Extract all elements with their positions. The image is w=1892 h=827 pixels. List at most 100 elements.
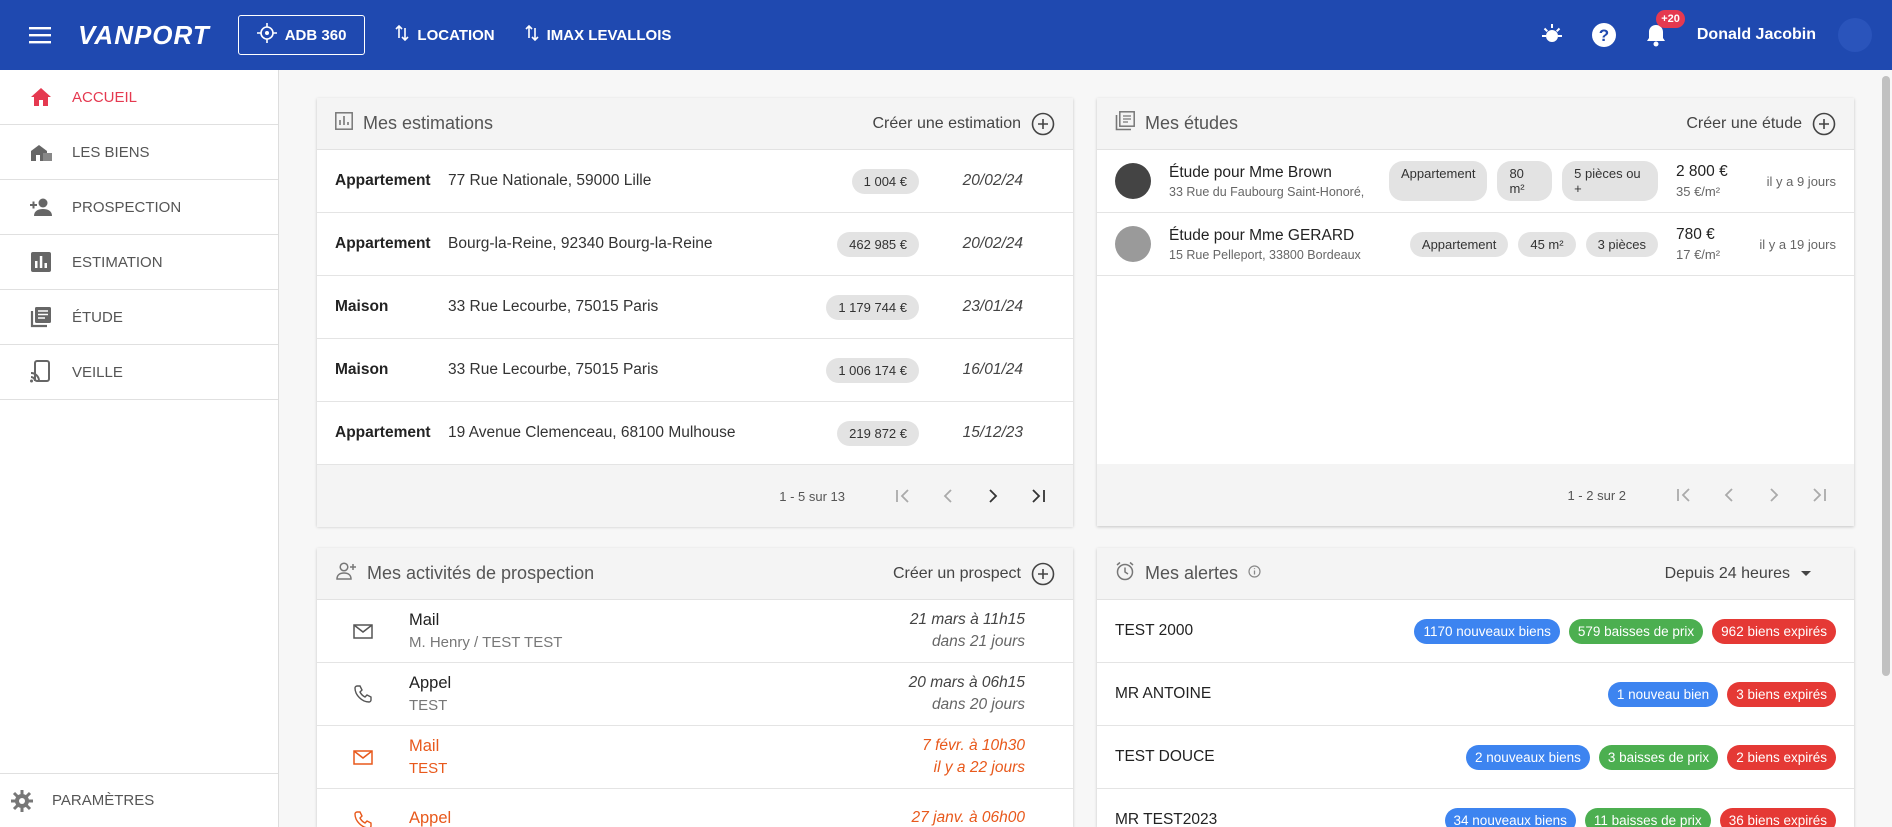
- sidebar-item-parametres[interactable]: PARAMÈTRES: [0, 773, 278, 827]
- notification-count-badge: +20: [1656, 10, 1685, 28]
- estimation-row[interactable]: Maison 33 Rue Lecourbe, 75015 Paris 1 00…: [317, 339, 1073, 402]
- user-avatar[interactable]: [1838, 18, 1872, 52]
- etude-row[interactable]: Étude pour Mme Brown 33 Rue du Faubourg …: [1097, 150, 1854, 213]
- phone-icon: [351, 682, 375, 706]
- prev-page-icon[interactable]: [933, 481, 963, 511]
- new-properties-badge[interactable]: 1170 nouveaux biens: [1414, 618, 1560, 644]
- etudes-title: Mes études: [1145, 113, 1239, 133]
- create-estimation-button[interactable]: Créer une estimation: [872, 112, 1055, 136]
- expired-badge[interactable]: 2 biens expirés: [1727, 744, 1836, 770]
- user-name[interactable]: Donald Jacobin: [1697, 26, 1816, 44]
- top-bar: VANPORT ADB 360 LOCATION IMAX LEVALLOIS …: [0, 0, 1892, 70]
- info-icon[interactable]: [1248, 564, 1261, 583]
- sidebar-item-etude[interactable]: ÉTUDE: [0, 290, 278, 345]
- imax-levallois-link[interactable]: IMAX LEVALLOIS: [525, 24, 672, 45]
- add-circle-icon: [1031, 562, 1055, 585]
- alert-row[interactable]: MR TEST2023 34 nouveaux biens 11 baisses…: [1097, 789, 1854, 827]
- alert-name: TEST DOUCE: [1115, 748, 1215, 765]
- price-drops-badge[interactable]: 3 baisses de prix: [1598, 744, 1719, 770]
- estimation-row[interactable]: Appartement 19 Avenue Clemenceau, 68100 …: [317, 402, 1073, 465]
- sidebar-item-label: LES BIENS: [72, 143, 150, 161]
- estimation-address: 33 Rue Lecourbe, 75015 Paris: [448, 361, 659, 378]
- sidebar-item-label: ACCUEIL: [72, 88, 138, 106]
- app-logo[interactable]: VANPORT: [78, 20, 210, 51]
- estimation-address: 19 Avenue Clemenceau, 68100 Mulhouse: [448, 424, 736, 441]
- estimation-type: Maison: [335, 298, 389, 315]
- next-page-icon[interactable]: [1759, 480, 1789, 510]
- estimations-pagination: 1 - 5 sur 13: [317, 465, 1073, 527]
- activity-row-overdue[interactable]: Mail TEST 7 févr. à 10h30 il y a 22 jour…: [317, 726, 1073, 789]
- surface-chip: 45 m²: [1518, 231, 1576, 257]
- help-icon[interactable]: ?: [1589, 20, 1619, 50]
- etude-row[interactable]: Étude pour Mme GERARD 15 Rue Pelleport, …: [1097, 213, 1854, 276]
- location-link[interactable]: LOCATION: [395, 24, 495, 45]
- expired-badge[interactable]: 962 biens expirés: [1712, 618, 1836, 644]
- add-person-icon: [335, 562, 357, 585]
- estimation-address: 77 Rue Nationale, 59000 Lille: [448, 172, 652, 189]
- adb360-button[interactable]: ADB 360: [237, 15, 366, 55]
- parametres-label: PARAMÈTRES: [52, 792, 155, 809]
- alert-row[interactable]: TEST DOUCE 2 nouveaux biens 3 baisses de…: [1097, 726, 1854, 789]
- create-prospect-label: Créer un prospect: [892, 564, 1021, 582]
- create-etude-label: Créer une étude: [1686, 114, 1802, 132]
- estimation-row[interactable]: Appartement Bourg-la-Reine, 92340 Bourg-…: [317, 213, 1073, 276]
- create-etude-button[interactable]: Créer une étude: [1686, 112, 1836, 136]
- sidebar-item-estimation[interactable]: ESTIMATION: [0, 235, 278, 290]
- mail-icon: [351, 619, 375, 643]
- sidebar-item-accueil[interactable]: ACCUEIL: [0, 70, 278, 125]
- expired-badge[interactable]: 3 biens expirés: [1727, 681, 1836, 707]
- prev-page-icon[interactable]: [1714, 480, 1744, 510]
- notifications-bell-icon[interactable]: +20: [1641, 10, 1685, 50]
- etude-price-per-m2: 35 €/m²: [1676, 184, 1721, 199]
- location-label: LOCATION: [417, 26, 495, 44]
- add-person-icon: [28, 194, 54, 220]
- estimation-row[interactable]: Maison 33 Rue Lecourbe, 75015 Paris 1 17…: [317, 276, 1073, 339]
- estimations-card: Mes estimations Créer une estimation App…: [317, 98, 1073, 527]
- estimations-title: Mes estimations: [363, 113, 494, 133]
- sidebar-item-prospection[interactable]: PROSPECTION: [0, 180, 278, 235]
- etude-address: 15 Rue Pelleport, 33800 Bordeaux: [1169, 247, 1361, 262]
- activity-row-overdue[interactable]: Appel 27 janv. à 06h00: [317, 789, 1073, 827]
- activity-contact: TEST: [409, 760, 448, 777]
- next-page-icon[interactable]: [978, 481, 1008, 511]
- alert-row[interactable]: TEST 2000 1170 nouveaux biens 579 baisse…: [1097, 600, 1854, 663]
- estimation-type: Appartement: [335, 235, 431, 252]
- last-page-icon[interactable]: [1023, 481, 1053, 511]
- imax-levallois-label: IMAX LEVALLOIS: [546, 26, 672, 44]
- sidebar-item-veille[interactable]: VEILLE: [0, 345, 278, 400]
- page-scrollbar[interactable]: [1880, 76, 1892, 676]
- estimation-date: 20/02/24: [962, 235, 1023, 252]
- pagination-range: 1 - 5 sur 13: [779, 488, 845, 504]
- scrollbar-thumb[interactable]: [1882, 76, 1890, 676]
- last-page-icon[interactable]: [1804, 480, 1834, 510]
- activity-row[interactable]: Appel TEST 20 mars à 06h15 dans 20 jours: [317, 663, 1073, 726]
- estimation-price: 1 179 744 €: [826, 294, 919, 320]
- estimation-type: Appartement: [335, 172, 431, 189]
- adb360-label: ADB 360: [284, 26, 347, 44]
- new-properties-badge[interactable]: 34 nouveaux biens: [1444, 807, 1576, 827]
- first-page-icon[interactable]: [888, 481, 918, 511]
- activity-row[interactable]: Mail M. Henry / TEST TEST 21 mars à 11h1…: [317, 600, 1073, 663]
- etude-relative-date: il y a 19 jours: [1759, 236, 1836, 252]
- new-properties-badge[interactable]: 1 nouveau bien: [1607, 681, 1719, 707]
- surface-chip: 80 m²: [1497, 161, 1553, 201]
- add-circle-icon: [1812, 112, 1836, 135]
- first-page-icon[interactable]: [1669, 480, 1699, 510]
- sidebar-item-label: ÉTUDE: [72, 308, 123, 326]
- swap-vertical-icon: [395, 24, 409, 45]
- alert-period-dropdown[interactable]: Depuis 24 heures: [1665, 565, 1812, 583]
- etude-title: Étude pour Mme GERARD: [1169, 226, 1355, 244]
- hamburger-menu-icon[interactable]: [22, 17, 58, 53]
- alert-row[interactable]: MR ANTOINE 1 nouveau bien 3 biens expiré…: [1097, 663, 1854, 726]
- sidebar-item-les-biens[interactable]: LES BIENS: [0, 125, 278, 180]
- expired-badge[interactable]: 36 biens expirés: [1719, 807, 1836, 827]
- create-prospect-button[interactable]: Créer un prospect: [893, 562, 1055, 586]
- price-drops-badge[interactable]: 11 baisses de prix: [1584, 807, 1711, 827]
- price-drops-badge[interactable]: 579 baisses de prix: [1568, 618, 1704, 644]
- new-properties-badge[interactable]: 2 nouveaux biens: [1466, 744, 1590, 770]
- theme-toggle-icon[interactable]: [1537, 20, 1567, 50]
- alert-period-value: Depuis 24 heures: [1664, 564, 1790, 582]
- estimation-date: 20/02/24: [962, 172, 1023, 189]
- library-books-icon: [28, 304, 54, 330]
- estimation-row[interactable]: Appartement 77 Rue Nationale, 59000 Lill…: [317, 150, 1073, 213]
